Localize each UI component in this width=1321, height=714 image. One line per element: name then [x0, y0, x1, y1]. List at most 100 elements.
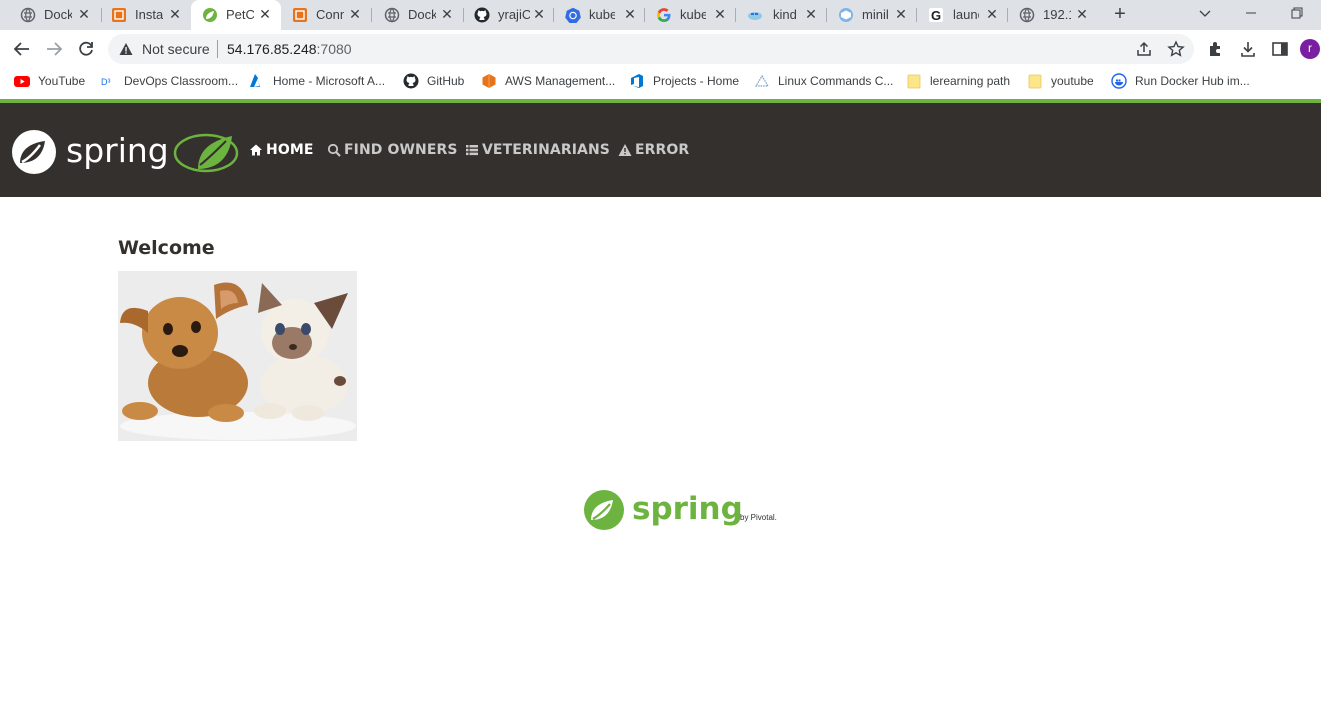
tab-close-icon[interactable]: ✕ — [1074, 6, 1090, 22]
azure-devops-icon — [631, 74, 643, 88]
footer-by-pivotal: by Pivotal. — [740, 513, 777, 522]
devops-icon: D³ — [101, 77, 111, 87]
tab-title: kind — [773, 7, 797, 22]
globe-icon — [1019, 7, 1035, 23]
bookmark-github[interactable]: GitHub — [403, 73, 464, 89]
forward-arrow-icon[interactable] — [44, 39, 64, 59]
spring-leaf-icon — [203, 8, 217, 22]
tab-7[interactable]: kube ✕ — [554, 0, 644, 30]
github-icon — [403, 73, 419, 89]
google-icon — [657, 8, 671, 22]
share-icon[interactable] — [1135, 40, 1153, 58]
profile-avatar[interactable]: r — [1300, 39, 1320, 59]
tab-title: PetCl — [226, 7, 254, 22]
tab-close-icon[interactable]: ✕ — [622, 6, 638, 22]
page-title: Welcome — [118, 237, 215, 259]
bookmark-linux-commands[interactable]: Linux Commands C... — [754, 73, 893, 89]
bookmark-label: Run Docker Hub im... — [1135, 74, 1250, 88]
nav-label: HOME — [266, 142, 314, 158]
minimize-icon[interactable] — [1244, 6, 1258, 20]
tab-title: Conn — [316, 7, 344, 22]
download-icon[interactable] — [1239, 40, 1257, 58]
tab-close-icon[interactable]: ✕ — [347, 6, 363, 22]
tab-title: launc — [953, 7, 979, 22]
spring-by-pivotal-logo: spring by Pivotal. — [584, 489, 784, 531]
kind-icon — [748, 12, 762, 20]
tab-10[interactable]: minik ✕ — [827, 0, 917, 30]
extensions-icon[interactable] — [1207, 40, 1225, 58]
minikube-icon — [839, 8, 853, 22]
bookmark-devops-classroom[interactable]: D³ DevOps Classroom... — [100, 73, 238, 89]
star-icon[interactable] — [1167, 40, 1185, 58]
tab-9[interactable]: kind ✕ — [736, 0, 826, 30]
tab-close-icon[interactable]: ✕ — [167, 6, 183, 22]
google-g-icon: G — [929, 8, 943, 23]
bookmark-folder-youtube[interactable]: youtube — [1027, 73, 1094, 89]
bookmark-label: AWS Management... — [505, 74, 616, 88]
tab-12[interactable]: 192.1 ✕ — [1008, 0, 1098, 30]
bookmark-aws-management[interactable]: AWS Management... — [481, 73, 615, 89]
bookmark-folder-learning-path[interactable]: lerearning path — [906, 73, 1010, 89]
restore-icon[interactable] — [1290, 6, 1304, 20]
folder-icon — [907, 74, 921, 89]
tab-close-icon[interactable]: ✕ — [439, 6, 455, 22]
bookmark-label: Home - Microsoft A... — [273, 74, 386, 88]
globe-icon — [384, 7, 400, 23]
tab-close-icon[interactable]: ✕ — [984, 6, 1000, 22]
bookmark-microsoft-azure[interactable]: Home - Microsoft A... — [249, 73, 385, 89]
spring-petclinic-logo[interactable]: spring — [10, 127, 240, 177]
tab-title: Dock — [408, 7, 436, 22]
bookmark-label: Projects - Home — [653, 74, 740, 88]
tab-title: 192.1 — [1043, 7, 1071, 22]
nav-find-owners[interactable]: FIND OWNERS — [327, 141, 458, 159]
aws-icon — [112, 8, 126, 22]
nav-error[interactable]: ERROR — [618, 141, 689, 159]
tab-close-icon[interactable]: ✕ — [803, 6, 819, 22]
brand-wordmark: spring — [66, 131, 169, 170]
tab-5[interactable]: Dock ✕ — [372, 0, 462, 30]
bookmark-docker-hub[interactable]: Run Docker Hub im... — [1111, 73, 1250, 89]
tab-title: kube — [680, 7, 706, 22]
list-icon — [466, 145, 478, 156]
svg-text:D³: D³ — [101, 77, 111, 87]
tab-3-active[interactable]: PetCl ✕ — [191, 0, 281, 30]
nav-home[interactable]: HOME — [249, 141, 314, 159]
side-panel-icon[interactable] — [1271, 40, 1289, 58]
spring-logo-icon: spring — [12, 130, 239, 174]
footer-wordmark: spring — [632, 491, 743, 527]
tab-1[interactable]: Dock ✕ — [0, 0, 100, 30]
back-arrow-icon[interactable] — [12, 39, 32, 59]
tab-title: yrajiC — [498, 7, 530, 22]
url-port: :7080 — [316, 41, 352, 57]
svg-text:G: G — [931, 8, 941, 23]
security-status-label[interactable]: Not secure — [142, 41, 210, 57]
tab-4[interactable]: Conn ✕ — [281, 0, 371, 30]
tab-close-icon[interactable]: ✕ — [76, 6, 92, 22]
docker-icon — [1111, 73, 1127, 89]
bookmark-youtube[interactable]: YouTube — [14, 73, 85, 89]
tab-close-icon[interactable]: ✕ — [257, 6, 273, 22]
spring-footer-icon: spring by Pivotal. — [584, 490, 777, 530]
warning-icon[interactable] — [118, 41, 134, 57]
url-text[interactable]: 54.176.85.248:7080 — [227, 41, 352, 57]
tab-6[interactable]: yrajiC ✕ — [463, 0, 553, 30]
nav-label: ERROR — [635, 142, 690, 158]
tab-11[interactable]: G launc ✕ — [917, 0, 1007, 30]
github-icon — [474, 7, 490, 23]
reload-icon[interactable] — [76, 39, 96, 59]
tab-close-icon[interactable]: ✕ — [712, 6, 728, 22]
nav-veterinarians[interactable]: VETERINARIANS — [465, 141, 610, 159]
globe-icon — [20, 7, 36, 23]
tab-close-icon[interactable]: ✕ — [531, 6, 547, 22]
address-divider — [217, 40, 218, 58]
bookmark-projects-home[interactable]: Projects - Home — [629, 73, 739, 89]
tab-8[interactable]: kube ✕ — [645, 0, 735, 30]
new-tab-button[interactable]: + — [1110, 4, 1130, 24]
youtube-icon — [14, 76, 30, 87]
azure-icon — [250, 74, 260, 87]
tab-2[interactable]: Insta ✕ — [101, 0, 191, 30]
bookmark-label: youtube — [1051, 74, 1094, 88]
tab-close-icon[interactable]: ✕ — [893, 6, 909, 22]
tab-search-chevron-icon[interactable] — [1198, 6, 1212, 20]
bookmark-label: DevOps Classroom... — [124, 74, 239, 88]
